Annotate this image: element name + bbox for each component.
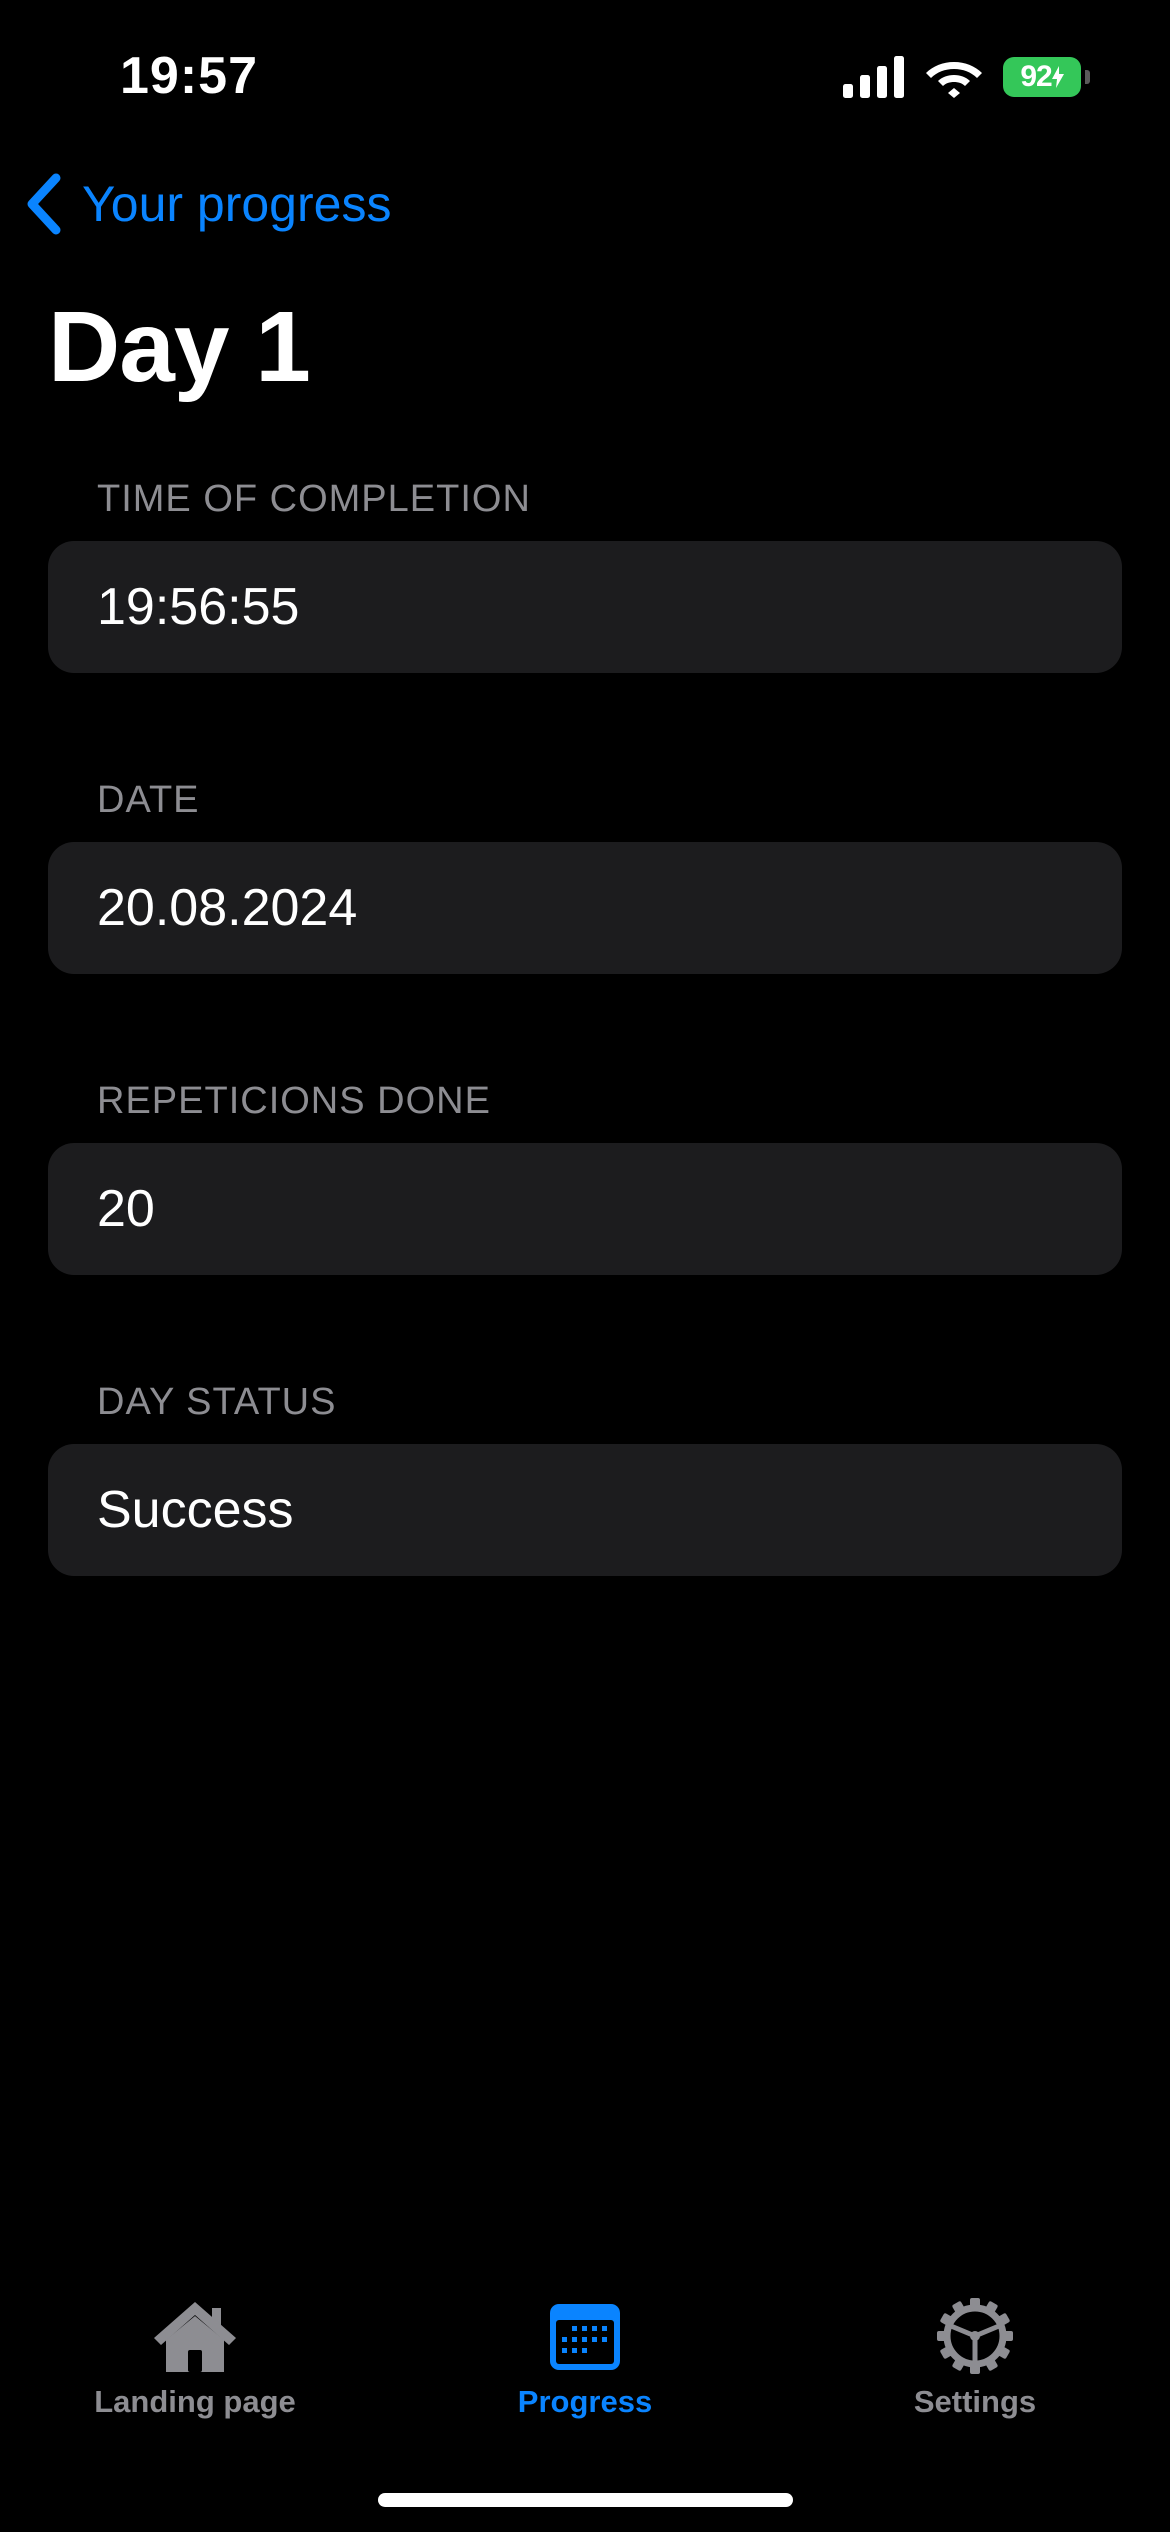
calendar-icon	[550, 2304, 620, 2370]
charging-bolt-icon	[1051, 66, 1064, 88]
tab-progress[interactable]: Progress	[390, 2280, 780, 2440]
tab-label: Landing page	[94, 2384, 296, 2419]
tab-settings[interactable]: Settings	[780, 2280, 1170, 2440]
house-icon	[154, 2302, 236, 2372]
back-button[interactable]: Your progress	[24, 172, 391, 236]
field-label: REPETICIONS DONE	[97, 1080, 491, 1122]
chevron-left-icon	[27, 173, 61, 235]
tab-label: Settings	[913, 2384, 1037, 2419]
status-time: 19:57	[120, 47, 258, 105]
status-bar: 19:57 92	[0, 0, 1170, 150]
field-value-box: Success	[48, 1444, 1122, 1576]
cellular-signal-icon	[843, 56, 904, 98]
home-indicator[interactable]	[378, 2493, 793, 2507]
tab-landing-page[interactable]: Landing page	[0, 2280, 390, 2440]
tab-label: Progress	[517, 2384, 653, 2419]
battery-percent: 92	[1020, 60, 1052, 93]
field-repetitions-done: REPETICIONS DONE 20	[48, 1080, 1122, 1275]
wifi-icon	[926, 62, 982, 98]
back-button-label: Your progress	[82, 176, 392, 232]
battery-cap	[1085, 70, 1090, 84]
field-label: DAY STATUS	[97, 1381, 337, 1423]
page-title: Day 1	[48, 291, 311, 403]
field-value: 20	[97, 1180, 155, 1238]
field-day-status: DAY STATUS Success	[48, 1381, 1122, 1576]
field-value-box: 20	[48, 1143, 1122, 1275]
field-date: DATE 20.08.2024	[48, 779, 1122, 974]
field-label: TIME OF COMPLETION	[97, 478, 531, 520]
status-icons: 92	[843, 52, 1090, 102]
tab-bar: Landing page Progress Settings	[0, 2280, 1170, 2440]
gear-icon	[937, 2298, 1013, 2374]
field-value: 20.08.2024	[97, 879, 358, 937]
battery-body: 92	[1003, 57, 1081, 97]
field-value-box: 19:56:55	[48, 541, 1122, 673]
field-value-box: 20.08.2024	[48, 842, 1122, 974]
screen: 19:57 92 Your progress Day 1 TIME OF COM…	[0, 0, 1170, 2532]
field-label: DATE	[97, 779, 200, 821]
field-time-of-completion: TIME OF COMPLETION 19:56:55	[48, 478, 1122, 673]
field-value: Success	[97, 1481, 294, 1539]
battery-indicator: 92	[1003, 57, 1090, 97]
field-value: 19:56:55	[97, 578, 300, 636]
